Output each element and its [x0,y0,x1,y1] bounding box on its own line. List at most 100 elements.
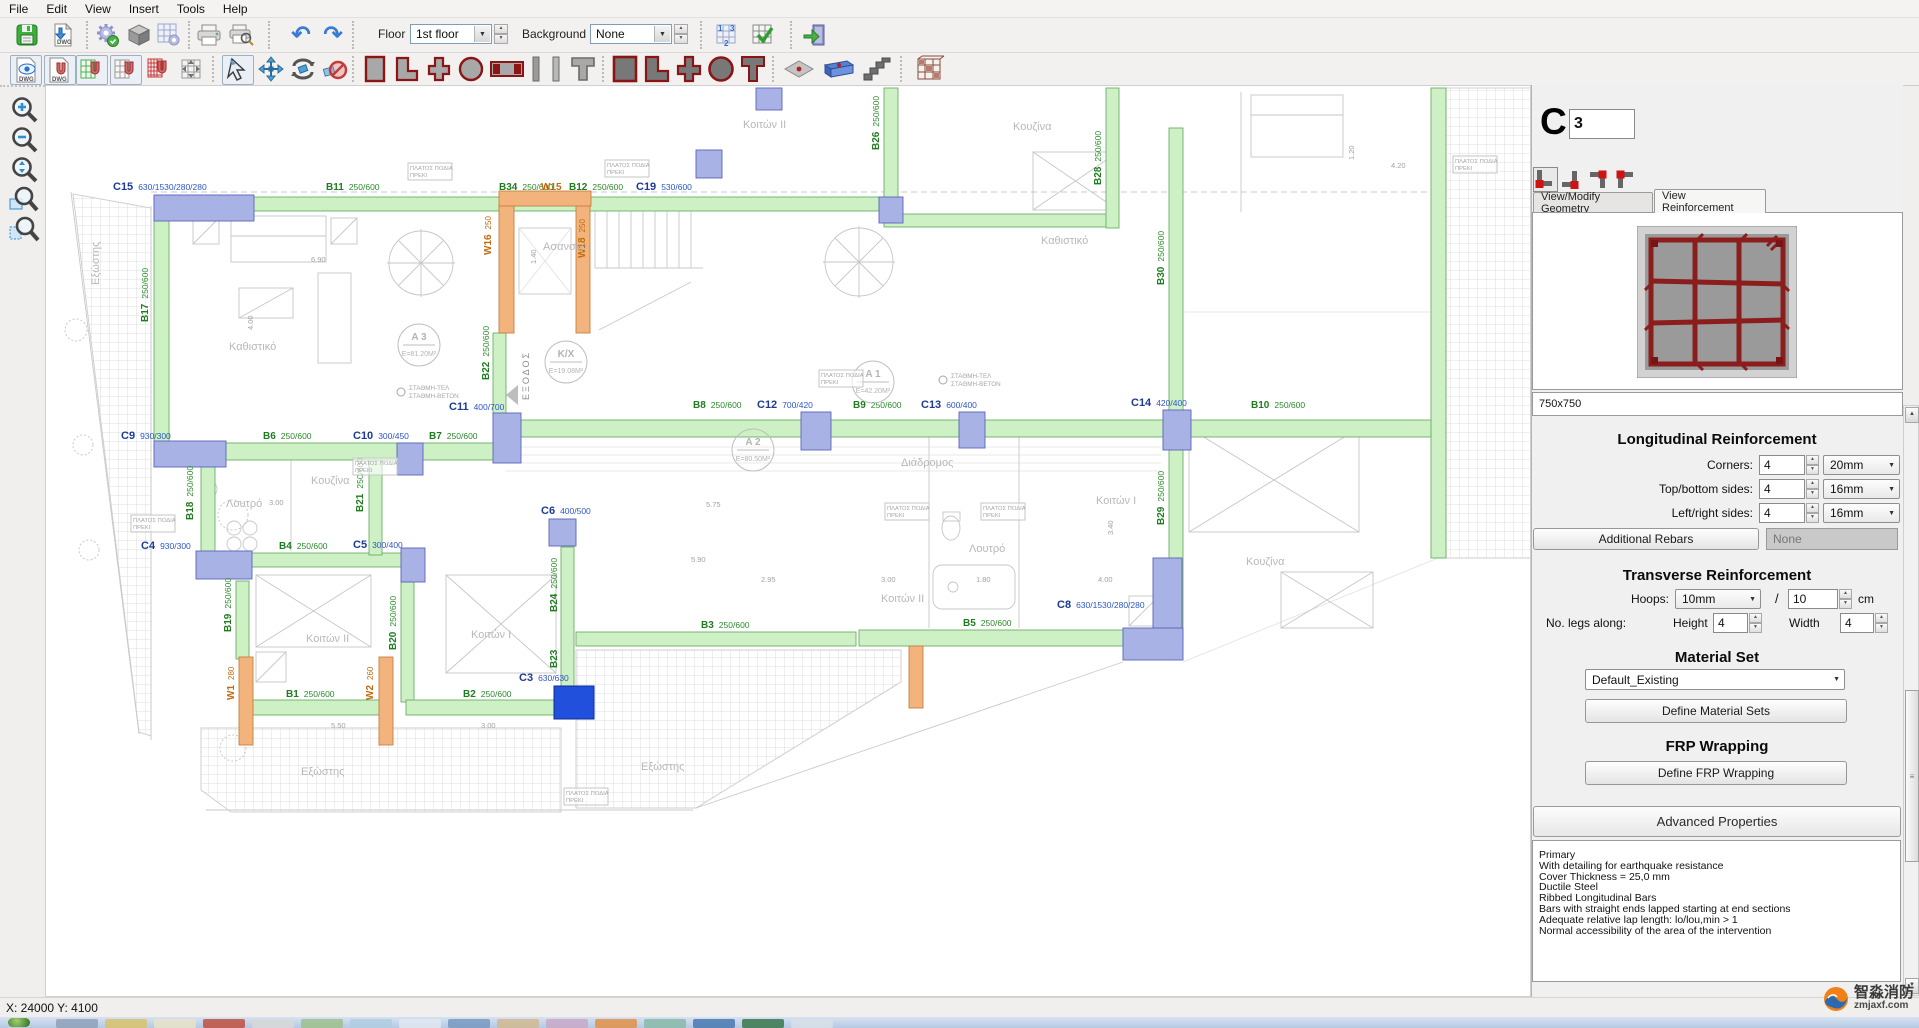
taskbar-item[interactable] [546,1019,588,1028]
snap-grid-a-button[interactable] [76,55,108,85]
menu-file[interactable]: File [0,1,37,17]
redo-button[interactable]: ↷ [318,20,348,48]
tab-view-reinforcement[interactable]: View Reinforcement [1654,189,1766,213]
taskbar-item[interactable] [644,1019,686,1028]
drawing-canvas[interactable]: C15630/1530/280/280C9930/300C10300/450C1… [45,85,1531,997]
corners-spinner[interactable]: ▲▼ [1806,455,1819,475]
taskbar-item[interactable] [791,1019,833,1028]
save-button[interactable] [12,21,42,49]
zoom-previous-button[interactable] [8,215,40,245]
delete-button[interactable] [320,55,350,83]
left-right-diameter-select[interactable]: 16mm▼ [1823,503,1900,523]
zoom-in-button[interactable] [8,95,40,125]
hoops-spacing-input[interactable] [1788,589,1838,609]
move-button[interactable] [256,55,286,83]
rotate-button[interactable] [288,55,318,83]
import-dwg-button[interactable]: DWG [48,21,78,49]
section-size-item[interactable]: 750x750 [1539,398,1581,410]
section-cross-button[interactable] [424,55,454,83]
taskbar-item[interactable] [399,1019,441,1028]
view-3d-button[interactable] [124,21,154,49]
panel-scrollbar[interactable]: ▲ ≡ ▼ [1903,405,1919,996]
taskbar-item[interactable] [742,1019,784,1028]
taskbar-item[interactable] [350,1019,392,1028]
snap-grid-b-button[interactable] [110,55,142,85]
snap-dwg-button[interactable]: DWG [44,55,76,85]
member-cross-button[interactable] [674,55,704,83]
member-tee-button[interactable] [738,55,768,83]
undo-button[interactable]: ↶ [286,20,316,48]
taskbar-item[interactable] [448,1019,490,1028]
section-circle-button[interactable] [456,55,486,83]
section-bar2-button[interactable] [548,55,564,83]
select-button[interactable] [222,55,254,85]
legs-width-spinner[interactable]: ▲▼ [1875,613,1888,633]
top-bottom-spinner[interactable]: ▲▼ [1806,479,1819,499]
zoom-extents-button[interactable] [8,155,40,185]
member-l-button[interactable] [642,55,672,83]
taskbar-item[interactable] [693,1019,735,1028]
orientation-bottom-left-button[interactable] [1615,169,1636,190]
floor-select[interactable]: 1st floor ▼ [410,24,492,44]
section-bar1-button[interactable] [528,55,544,83]
section-wall-button[interactable] [488,55,526,83]
taskbar-item[interactable] [497,1019,539,1028]
menu-edit[interactable]: Edit [37,1,76,17]
orientation-bottom-right-button[interactable] [1587,169,1608,190]
view-dwg-button[interactable]: DWG [10,55,42,85]
print-preview-button[interactable] [226,21,256,49]
background-select[interactable]: None ▼ [590,24,672,44]
legs-height-input[interactable] [1713,613,1748,633]
menu-insert[interactable]: Insert [120,1,168,17]
taskbar-item[interactable] [301,1019,343,1028]
scroll-up-icon[interactable]: ▲ [1905,407,1919,423]
floor-spinner[interactable]: ▲▼ [494,24,508,44]
taskbar-item[interactable] [595,1019,637,1028]
beam-button[interactable] [820,55,856,83]
define-material-sets-button[interactable]: Define Material Sets [1585,699,1847,723]
print-button[interactable] [194,21,224,49]
left-right-spinner[interactable]: ▲▼ [1806,503,1819,523]
orientation-top-right-button[interactable] [1559,169,1580,190]
taskbar-item[interactable] [203,1019,245,1028]
top-bottom-diameter-select[interactable]: 16mm▼ [1823,479,1900,499]
section-l-button[interactable] [392,55,422,83]
define-frp-wrapping-button[interactable]: Define FRP Wrapping [1585,761,1847,785]
chevron-down-icon[interactable]: ▼ [474,26,490,42]
legs-width-input[interactable] [1840,613,1874,633]
background-spinner[interactable]: ▲▼ [674,24,688,44]
snap-grid-dense-button[interactable] [144,55,174,83]
taskbar-item[interactable] [105,1019,147,1028]
section-number-input[interactable] [1569,109,1635,139]
start-button[interactable] [8,1018,30,1027]
menu-help[interactable]: Help [214,1,257,17]
left-right-count-input[interactable] [1759,503,1805,523]
advanced-properties-button[interactable]: Advanced Properties [1533,806,1901,837]
material-set-select[interactable]: Default_Existing▼ [1585,669,1845,690]
menu-view[interactable]: View [76,1,120,17]
taskbar-item[interactable] [154,1019,196,1028]
tab-view-modify-geometry[interactable]: View/Modify Geometry [1533,192,1653,213]
section-size-list[interactable]: 750x750 [1532,392,1903,416]
scrollbar-thumb[interactable]: ≡ [1905,690,1919,862]
slab-button[interactable] [782,55,816,83]
hoops-spacing-spinner[interactable]: ▲▼ [1839,589,1852,609]
orientation-top-left-button[interactable] [1533,167,1558,192]
hoops-diameter-select[interactable]: 10mm▼ [1675,589,1761,609]
taskbar-item[interactable] [56,1019,98,1028]
settings-button[interactable] [92,21,122,49]
chevron-down-icon[interactable]: ▼ [654,26,670,42]
grid-settings-button[interactable] [154,21,184,49]
menu-tools[interactable]: Tools [168,1,214,17]
member-circle-button[interactable] [706,55,736,83]
taskbar-item[interactable] [252,1019,294,1028]
additional-rebars-button[interactable]: Additional Rebars [1533,528,1759,550]
corners-diameter-select[interactable]: 20mm▼ [1823,455,1900,475]
stairs-button[interactable] [860,55,894,83]
grid-move-button[interactable] [176,55,206,83]
zoom-out-button[interactable] [8,125,40,155]
selected-column-c3[interactable] [554,686,594,719]
member-rect-button[interactable] [610,55,640,83]
building-3d-button[interactable] [912,55,948,83]
section-rect-button[interactable] [360,55,390,83]
